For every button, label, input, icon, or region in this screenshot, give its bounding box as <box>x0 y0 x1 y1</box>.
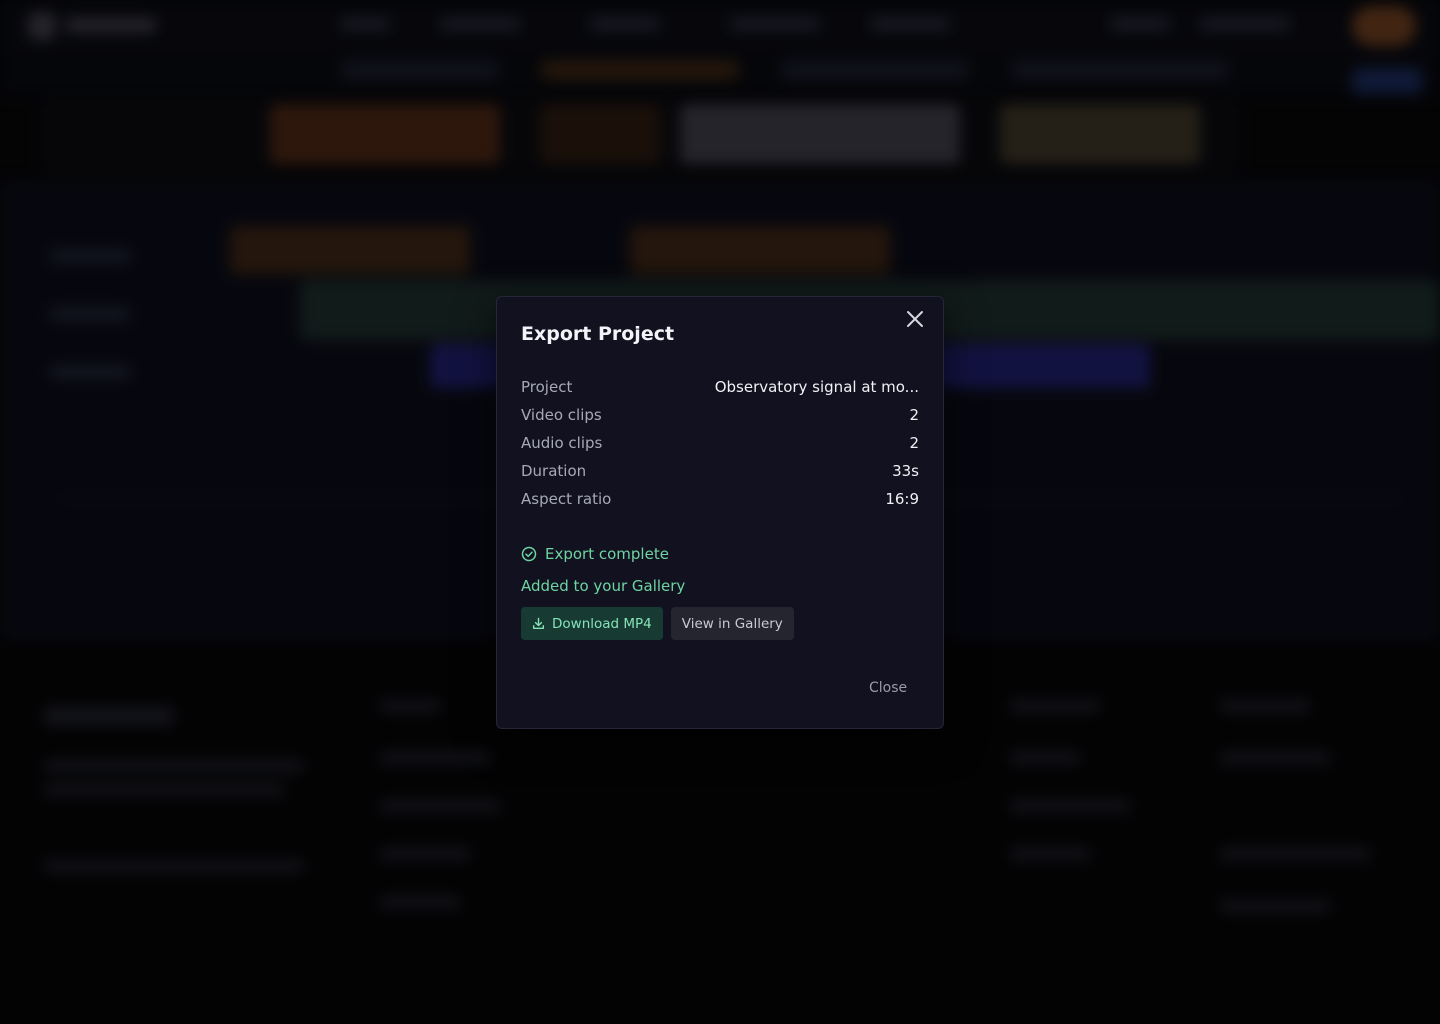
detail-row-video-clips: Video clips 2 <box>521 401 919 429</box>
detail-value: 16:9 <box>885 490 919 508</box>
download-mp4-button[interactable]: Download MP4 <box>521 607 663 640</box>
detail-value: 2 <box>909 406 919 424</box>
detail-row-duration: Duration 33s <box>521 457 919 485</box>
close-button[interactable]: Close <box>859 675 917 701</box>
dialog-title: Export Project <box>521 323 675 345</box>
action-buttons: Download MP4 View in Gallery <box>521 607 794 640</box>
export-status: Export complete <box>521 545 669 563</box>
detail-row-aspect-ratio: Aspect ratio 16:9 <box>521 485 919 513</box>
export-dialog: Export Project Project Observatory signa… <box>496 296 944 729</box>
detail-label: Audio clips <box>521 434 603 452</box>
download-mp4-label: Download MP4 <box>552 615 652 632</box>
download-icon <box>532 617 545 630</box>
detail-label: Aspect ratio <box>521 490 612 508</box>
project-details: Project Observatory signal at mo... Vide… <box>521 373 919 513</box>
view-in-gallery-button[interactable]: View in Gallery <box>670 607 794 640</box>
detail-row-project: Project Observatory signal at mo... <box>521 373 919 401</box>
close-icon[interactable] <box>903 307 927 331</box>
detail-value: 2 <box>909 434 919 452</box>
detail-label: Project <box>521 378 573 396</box>
detail-value: Observatory signal at mo... <box>714 378 919 396</box>
detail-value: 33s <box>892 462 919 480</box>
detail-label: Duration <box>521 462 587 480</box>
export-status-text: Export complete <box>545 545 669 563</box>
detail-row-audio-clips: Audio clips 2 <box>521 429 919 457</box>
view-in-gallery-label: View in Gallery <box>681 615 783 632</box>
gallery-note: Added to your Gallery <box>521 577 686 595</box>
detail-label: Video clips <box>521 406 602 424</box>
close-button-label: Close <box>869 680 908 696</box>
check-circle-icon <box>521 546 537 562</box>
